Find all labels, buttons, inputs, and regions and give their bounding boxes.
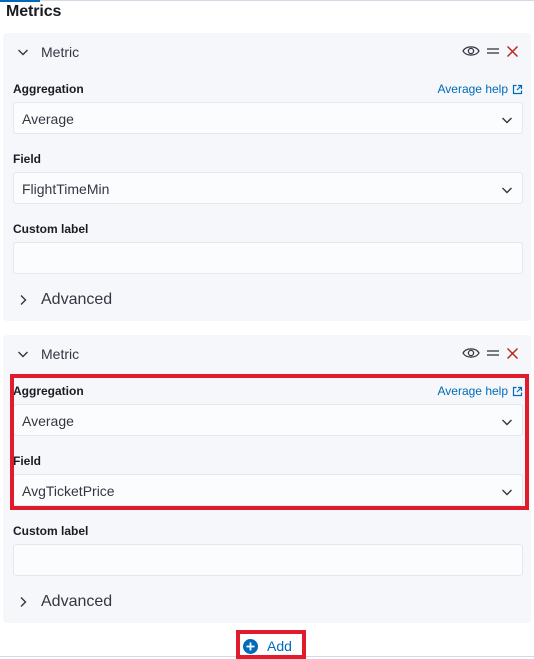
aggregation-select[interactable]: Average — [13, 404, 523, 436]
drag-handle-icon[interactable] — [486, 44, 500, 58]
chevron-down-icon[interactable] — [17, 46, 29, 58]
eye-icon[interactable] — [462, 346, 480, 360]
section-title: Metrics — [6, 3, 62, 20]
metric-title: Metric — [41, 346, 80, 362]
eye-icon[interactable] — [462, 44, 480, 58]
advanced-toggle[interactable]: Advanced — [17, 291, 112, 309]
advanced-toggle[interactable]: Advanced — [17, 593, 112, 611]
add-metric-button[interactable]: Add — [243, 638, 292, 654]
help-link-text: Average help — [437, 384, 509, 398]
aggregation-label: Aggregation — [13, 384, 84, 398]
chevron-right-icon — [20, 597, 27, 607]
chevron-down-icon — [502, 117, 512, 124]
top-tab-indicator — [0, 0, 40, 2]
drag-handle-icon[interactable] — [486, 346, 500, 360]
field-select[interactable]: FlightTimeMin — [13, 172, 523, 204]
field-label: Field — [13, 454, 42, 468]
aggregation-select[interactable]: Average — [13, 102, 523, 134]
custom-label-label: Custom label — [13, 222, 89, 236]
help-link-text: Average help — [437, 82, 509, 96]
field-value: FlightTimeMin — [22, 181, 110, 197]
external-link-icon — [512, 84, 523, 94]
close-icon[interactable] — [506, 45, 519, 58]
metric-panel: Metric Aggregation Average help Average … — [3, 33, 531, 321]
metric-title: Metric — [41, 44, 80, 60]
advanced-label: Advanced — [41, 593, 113, 610]
bottom-divider — [0, 656, 534, 657]
advanced-label: Advanced — [41, 291, 113, 308]
metric-panel-header[interactable]: Metric — [3, 33, 531, 71]
metric-panel: Metric Aggregation Average help Average … — [3, 335, 531, 623]
custom-label-input[interactable] — [13, 544, 523, 576]
top-divider — [40, 0, 534, 1]
external-link-icon — [512, 386, 523, 396]
metric-actions — [462, 346, 519, 360]
aggregation-label: Aggregation — [13, 82, 84, 96]
metric-actions — [462, 44, 519, 58]
add-label: Add — [267, 638, 292, 654]
chevron-down-icon — [502, 187, 512, 194]
field-value: AvgTicketPrice — [22, 483, 115, 499]
plus-circle-icon — [243, 638, 258, 654]
aggregation-value: Average — [22, 111, 74, 127]
field-label: Field — [13, 152, 42, 166]
close-icon[interactable] — [506, 347, 519, 360]
chevron-right-icon — [20, 295, 27, 305]
custom-label-label: Custom label — [13, 524, 89, 538]
chevron-down-icon — [502, 489, 512, 496]
chevron-down-icon[interactable] — [17, 348, 29, 360]
aggregation-help-link[interactable]: Average help — [438, 384, 524, 398]
aggregation-help-link[interactable]: Average help — [438, 82, 524, 96]
custom-label-input[interactable] — [13, 242, 523, 274]
metric-panel-header[interactable]: Metric — [3, 335, 531, 373]
chevron-down-icon — [502, 419, 512, 426]
field-select[interactable]: AvgTicketPrice — [13, 474, 523, 506]
aggregation-value: Average — [22, 413, 74, 429]
